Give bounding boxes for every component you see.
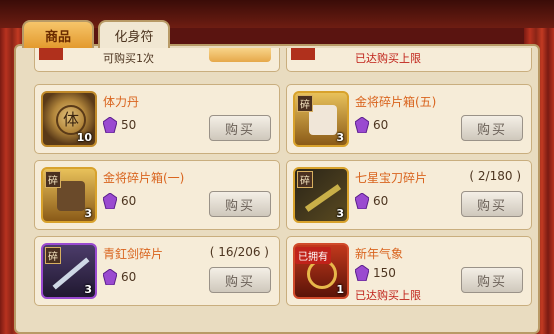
item-price: 60: [121, 270, 137, 284]
buy-button[interactable]: 购买: [209, 191, 271, 217]
item-price: 60: [373, 118, 389, 132]
fragment-box-icon: 碎 3: [293, 91, 349, 147]
fragment-count: ( 16/206 ): [209, 245, 269, 259]
item-name: 青釭剑碎片: [103, 247, 164, 261]
item-quantity: 1: [336, 283, 344, 296]
buy-button[interactable]: 购买: [461, 267, 523, 293]
item-price: 60: [121, 194, 137, 208]
item-price: 60: [373, 194, 389, 208]
buy-button[interactable]: 购买: [461, 115, 523, 141]
purchase-remaining-text: 可购买1次: [103, 52, 154, 65]
owned-badge: 已拥有: [295, 247, 331, 264]
tab-avatar-charm[interactable]: 化身符: [98, 20, 170, 48]
general-portrait: [309, 105, 337, 135]
fragment-count: ( 2/180 ): [469, 169, 521, 183]
gem-icon: [103, 269, 117, 285]
sword-fragment-icon: 碎 3: [41, 243, 97, 299]
fragment-badge: 碎: [45, 247, 61, 264]
item-name: 金将碎片箱(一): [103, 171, 185, 185]
shop-item-card: 碎 3 青釭剑碎片 ( 16/206 ) 60 购买: [34, 236, 280, 306]
gem-icon: [103, 117, 117, 133]
shop-item-card: 碎 3 七星宝刀碎片 ( 2/180 ) 60 购买: [286, 160, 532, 230]
item-name: 七星宝刀碎片: [355, 171, 428, 185]
gem-icon: [355, 117, 369, 133]
item-price: 150: [373, 266, 396, 280]
new-year-avatar-icon: 已拥有 1: [293, 243, 349, 299]
shop-item-card: 碎 3 金将碎片箱(五) 60 购买: [286, 84, 532, 154]
partial-buy-button[interactable]: [209, 48, 271, 62]
fragment-badge: 碎: [45, 171, 61, 188]
buy-button[interactable]: 购买: [209, 115, 271, 141]
fragment-badge: 碎: [297, 95, 313, 112]
gem-icon: [355, 193, 369, 209]
item-price: 50: [121, 118, 137, 132]
fragment-badge: 碎: [297, 171, 313, 188]
general-portrait: [57, 181, 85, 211]
purchase-limit-text: 已达购买上限: [355, 52, 421, 65]
item-name: 体力丹: [103, 95, 140, 109]
buy-button[interactable]: 购买: [209, 267, 271, 293]
item-quantity: 10: [76, 131, 92, 144]
buy-button[interactable]: 购买: [461, 191, 523, 217]
shop-item-card: 已拥有 1 新年气象 150 已达购买上限 购买: [286, 236, 532, 306]
item-quantity: 3: [84, 283, 92, 296]
item-quantity: 3: [336, 131, 344, 144]
gem-icon: [103, 193, 117, 209]
shop-item-card: 碎 3 金将碎片箱(一) 60 购买: [34, 160, 280, 230]
partial-item-icon: [39, 48, 63, 60]
item-quantity: 3: [84, 207, 92, 220]
item-name: 新年气象: [355, 247, 404, 261]
partial-card-left: 可购买1次: [34, 48, 280, 72]
stamina-pill-icon: 体 10: [41, 91, 97, 147]
gem-icon: [355, 265, 369, 281]
saber-fragment-icon: 碎 3: [293, 167, 349, 223]
item-name: 金将碎片箱(五): [355, 95, 437, 109]
purchase-limit-text: 已达购买上限: [355, 289, 421, 302]
partial-item-icon: [291, 48, 315, 60]
partial-card-right: 已达购买上限: [286, 48, 532, 72]
tab-goods[interactable]: 商品: [22, 20, 94, 48]
fragment-box-icon: 碎 3: [41, 167, 97, 223]
shop-item-card: 体 10 体力丹 50 购买: [34, 84, 280, 154]
item-quantity: 3: [336, 207, 344, 220]
